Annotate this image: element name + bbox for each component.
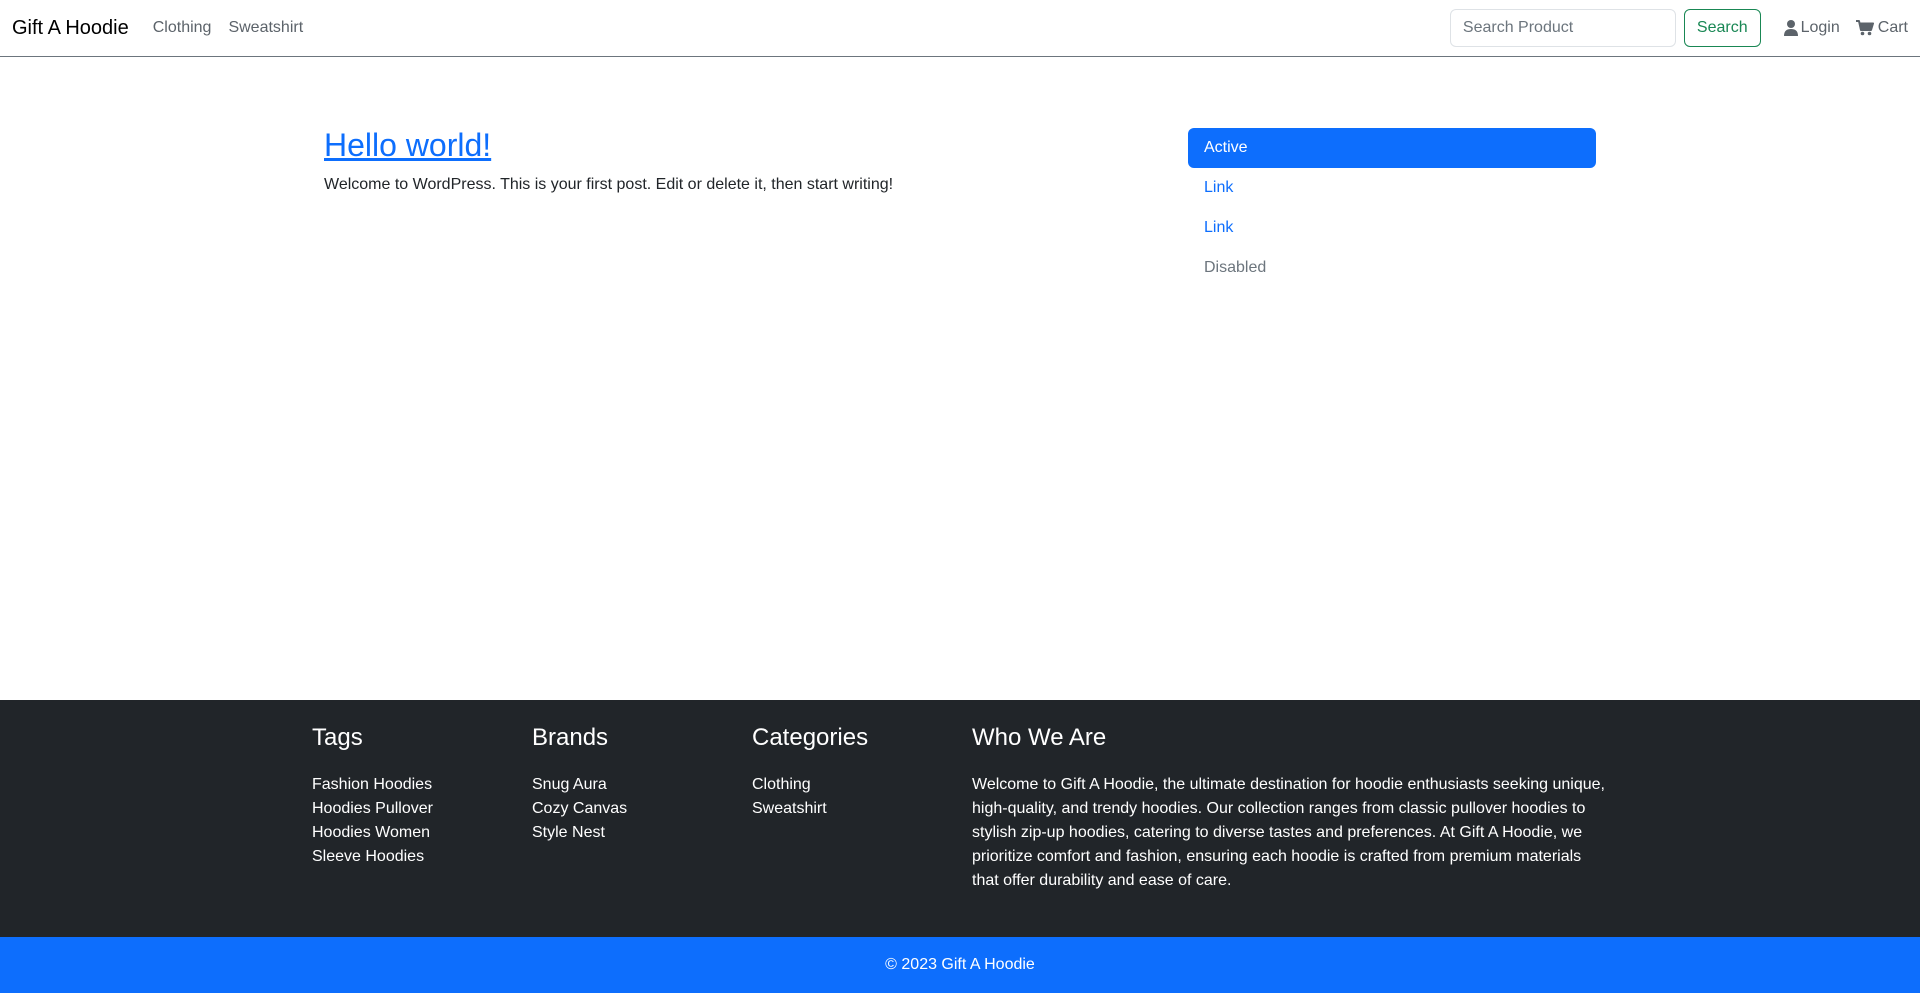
side-nav-item-link[interactable]: Link [1188, 208, 1596, 248]
cart-link[interactable]: Cart [1855, 19, 1908, 37]
footer-about-text: Welcome to Gift A Hoodie, the ultimate d… [972, 775, 1605, 889]
copyright-bar: © 2023 Gift A Hoodie [0, 937, 1920, 993]
footer-tag-item[interactable]: Hoodies Pullover [312, 797, 433, 821]
footer-category-item[interactable]: Sweatshirt [752, 797, 868, 821]
post-title-link[interactable]: Hello world! [324, 126, 491, 164]
copyright-text: © 2023 Gift A Hoodie [885, 956, 1035, 973]
search-button[interactable]: Search [1683, 9, 1761, 47]
footer-category-item[interactable]: Clothing [752, 773, 868, 797]
navbar-right: Search Login Cart [1449, 9, 1908, 47]
footer-brand-item[interactable]: Style Nest [532, 821, 627, 845]
navbar: Gift A Hoodie Clothing Sweatshirt Search… [0, 0, 1920, 57]
footer-brand-item[interactable]: Snug Aura [532, 773, 627, 797]
login-label: Login [1800, 19, 1840, 36]
footer-categories-heading: Categories [752, 724, 869, 751]
side-nav-item-active[interactable]: Active [1188, 128, 1596, 168]
login-link[interactable]: Login [1783, 19, 1840, 37]
nav-link-clothing[interactable]: Clothing [153, 19, 212, 37]
footer-tags: Tags Fashion Hoodies Hoodies Pullover Ho… [312, 724, 433, 869]
footer-tag-item[interactable]: Sleeve Hoodies [312, 845, 433, 869]
brand-link[interactable]: Gift A Hoodie [12, 18, 129, 38]
footer-tag-item[interactable]: Fashion Hoodies [312, 773, 433, 797]
search-input[interactable] [1449, 9, 1676, 47]
user-icon [1783, 20, 1798, 36]
footer-tag-item[interactable]: Hoodies Women [312, 821, 433, 845]
footer-brands: Brands Snug Aura Cozy Canvas Style Nest [532, 724, 627, 845]
footer-about-heading: Who We Are [972, 724, 1107, 751]
footer: Tags Fashion Hoodies Hoodies Pullover Ho… [0, 700, 1920, 937]
side-nav-item-disabled: Disabled [1204, 259, 1267, 276]
post-excerpt: Welcome to WordPress. This is your first… [324, 176, 894, 193]
side-nav: Active Link Link Disabled [1188, 128, 1596, 288]
footer-about: Who We Are Welcome to Gift A Hoodie, the… [972, 724, 1612, 893]
footer-brands-heading: Brands [532, 724, 609, 751]
footer-brand-item[interactable]: Cozy Canvas [532, 797, 627, 821]
footer-categories: Categories Clothing Sweatshirt [752, 724, 868, 821]
nav-link-sweatshirt[interactable]: Sweatshirt [228, 19, 303, 37]
footer-tags-heading: Tags [312, 724, 363, 751]
cart-icon [1855, 20, 1874, 36]
side-nav-item-link[interactable]: Link [1188, 168, 1596, 208]
cart-label: Cart [1877, 19, 1908, 36]
